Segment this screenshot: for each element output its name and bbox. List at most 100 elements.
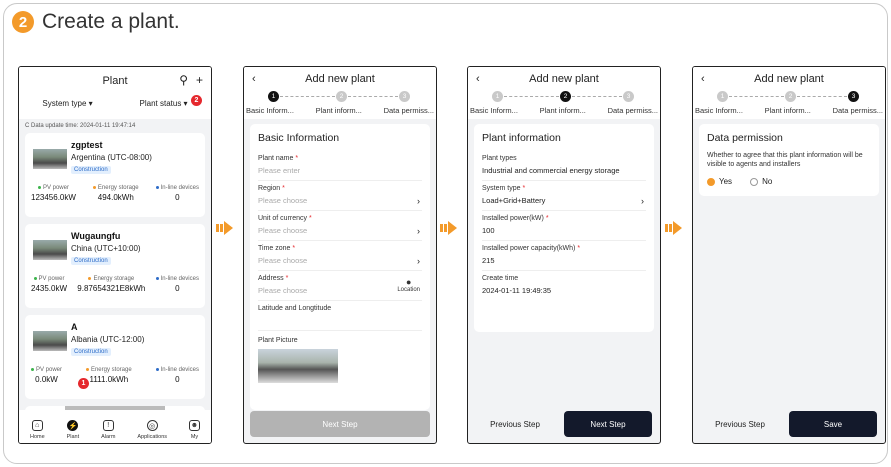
plant-types-field[interactable]: Plant types Industrial and commercial ene… — [482, 151, 646, 181]
tab-my[interactable]: ☻ My — [188, 420, 200, 440]
radio-label: No — [762, 177, 773, 186]
plant-card[interactable]: zgptest Argentina (UTC-08:00) Constructi… — [25, 133, 205, 217]
field-value: Load+Grid+Battery — [482, 196, 546, 205]
tab-home[interactable]: ⌂ Home — [30, 420, 45, 440]
data-permission-screen: ‹ Add new plant 1 2 3 Basic Inform... Pla… — [692, 66, 886, 444]
field-label: Installed power capacity(kWh) — [482, 245, 576, 252]
plant-name-field[interactable]: Plant name * Please enter — [258, 151, 422, 181]
previous-step-button[interactable]: Previous Step — [480, 413, 550, 435]
field-value: 100 — [482, 226, 495, 235]
previous-step-button[interactable]: Previous Step — [705, 413, 775, 435]
add-plant-icon[interactable]: + — [196, 73, 203, 87]
create-time-field: Create time 2024-01-11 19:49:35 — [482, 271, 646, 300]
address-field[interactable]: Address * Please choose ● Location — [258, 271, 422, 301]
region-field[interactable]: Region * Please choose › — [258, 181, 422, 211]
screen-title: Add new plant — [305, 73, 375, 85]
field-placeholder: Please enter — [258, 166, 301, 175]
data-permission-form: Data permission Whether to agree that th… — [699, 124, 879, 196]
installed-capacity-field[interactable]: Installed power capacity(kWh) * 215 — [482, 241, 646, 271]
save-button[interactable]: Save — [789, 411, 877, 437]
tab-plant[interactable]: ⚡ Plant — [66, 420, 80, 440]
devices-value: 0 — [175, 375, 180, 384]
step-dot-1: 1 — [268, 91, 279, 102]
tab-label: Home — [29, 434, 45, 440]
devices-value: 0 — [175, 284, 180, 293]
field-label: Region — [258, 185, 281, 192]
tab-alarm[interactable]: ! Alarm — [101, 420, 115, 440]
step-label: Data permiss... — [383, 106, 434, 115]
plant-card[interactable]: A Albania (UTC-12:00) Construction PV po… — [25, 315, 205, 399]
system-type-field[interactable]: System type * Load+Grid+Battery › — [482, 181, 646, 211]
arrow-right-icon — [440, 221, 462, 235]
plant-info-screen: ‹ Add new plant 1 2 3 Basic Inform... Pla… — [467, 66, 661, 444]
plant-thumbnail — [33, 331, 67, 351]
status-badge: Construction — [71, 166, 111, 174]
field-label: Time zone — [258, 245, 291, 252]
location-button[interactable]: ● Location — [397, 277, 420, 293]
step-label: Basic Inform... — [246, 106, 294, 115]
update-time: C Data update time: 2024-01-11 19:47:14 — [25, 123, 136, 129]
home-icon: ⌂ — [31, 420, 43, 431]
status-badge: Construction — [71, 348, 111, 356]
yes-radio[interactable]: Yes — [707, 177, 732, 186]
step-label: Basic Inform... — [695, 106, 743, 115]
plant-info-form: Plant information Plant types Industrial … — [474, 124, 654, 332]
field-label: Plant types — [482, 155, 517, 162]
search-icon[interactable]: ⚲ — [179, 73, 188, 87]
section-title: Basic Information — [258, 132, 340, 144]
radio-checked-icon — [707, 177, 715, 186]
stat-label-devices: In-line devices — [160, 276, 199, 282]
no-radio[interactable]: No — [750, 177, 772, 186]
tab-label: Plant — [66, 434, 80, 440]
chevron-right-icon: › — [641, 196, 644, 206]
stepper: 1 2 3 Basic Inform... Plant inform... Data… — [468, 89, 660, 119]
step-dot-3: 3 — [848, 91, 859, 102]
plant-status-filter[interactable]: Plant status ▾ — [140, 99, 188, 108]
step-label: Plant inform... — [315, 106, 362, 115]
stat-label-pv: PV power — [42, 185, 69, 191]
tab-label: My — [190, 434, 199, 440]
bottom-tab-bar: ⌂ Home ⚡ Plant ! Alarm ◎ Applications ☻ My — [19, 410, 211, 443]
plant-picture[interactable] — [258, 349, 338, 383]
plant-list-screen: Plant ⚲ + System type ▾ Plant status ▾ 2… — [18, 66, 212, 444]
step-label: Data permiss... — [832, 106, 883, 115]
step-title: Create a plant. — [42, 10, 180, 33]
stat-label-pv: PV power — [38, 276, 65, 282]
latlng-field[interactable]: Latitude and Longtitude — [258, 301, 422, 331]
callout-badge-1: 1 — [78, 378, 89, 389]
step-dot-2: 2 — [336, 91, 347, 102]
form-header: ‹ Add new plant 1 2 3 Basic Inform... Pla… — [693, 67, 885, 119]
step-label: Plant inform... — [539, 106, 586, 115]
permission-question: Whether to agree that this plant informa… — [707, 152, 863, 168]
plant-thumbnail — [33, 149, 67, 169]
section-title: Plant information — [482, 132, 561, 144]
radio-unchecked-icon — [750, 177, 759, 186]
plant-thumbnail — [33, 240, 67, 260]
field-label: Plant Picture — [258, 337, 298, 344]
radio-label: Yes — [719, 177, 733, 186]
next-step-button[interactable]: Next Step — [250, 411, 430, 437]
plant-timezone: China (UTC+10:00) — [71, 244, 141, 253]
system-type-filter[interactable]: System type ▾ — [42, 99, 92, 108]
applications-icon: ◎ — [146, 420, 158, 431]
currency-field[interactable]: Unit of currency * Please choose › — [258, 211, 422, 241]
field-label: Address — [258, 275, 284, 282]
plant-timezone: Albania (UTC-12:00) — [71, 335, 145, 344]
field-label: System type — [482, 185, 521, 192]
next-step-button[interactable]: Next Step — [564, 411, 652, 437]
step-number-badge: 2 — [12, 11, 34, 33]
timezone-field[interactable]: Time zone * Please choose › — [258, 241, 422, 271]
screen-title: Add new plant — [529, 73, 599, 85]
tab-label: Applications — [137, 434, 168, 440]
plant-card[interactable]: Wugaungfu China (UTC+10:00) Construction… — [25, 224, 205, 308]
stat-label-devices: In-line devices — [160, 367, 199, 373]
location-label: Location — [397, 287, 420, 293]
alarm-icon: ! — [102, 420, 114, 431]
pv-value: 0.0kW — [35, 375, 58, 384]
tab-applications[interactable]: ◎ Applications — [137, 420, 167, 440]
storage-value: 9.87654321E8kWh — [77, 284, 146, 293]
stepper: 1 2 3 Basic Inform... Plant inform... Data… — [693, 89, 885, 119]
installed-power-field[interactable]: Installed power(kW) * 100 — [482, 211, 646, 241]
chevron-right-icon: › — [417, 196, 420, 206]
field-placeholder: Please choose — [258, 256, 308, 265]
